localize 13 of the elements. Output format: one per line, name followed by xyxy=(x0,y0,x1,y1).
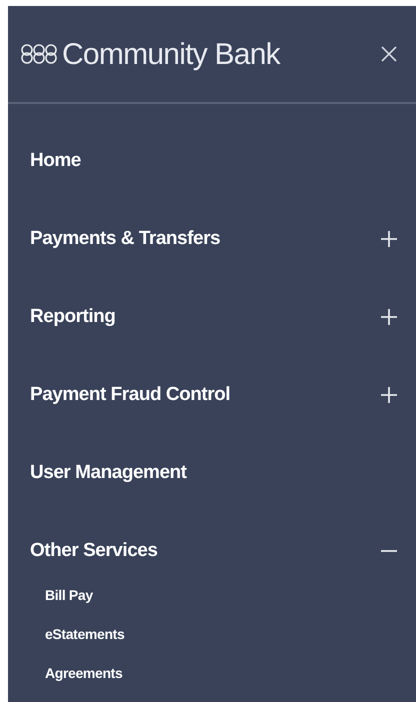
plus-icon[interactable] xyxy=(380,230,398,248)
close-icon[interactable] xyxy=(380,45,398,63)
menu-item[interactable]: Home xyxy=(8,122,416,200)
menu-item[interactable]: User Management xyxy=(8,434,416,512)
menu-item[interactable]: Payment Fraud Control xyxy=(8,356,416,434)
plus-icon[interactable] xyxy=(380,308,398,326)
submenu-item[interactable]: Agreements xyxy=(8,654,416,693)
menu-item[interactable]: Reporting xyxy=(8,278,416,356)
menu-item[interactable]: Payments & Transfers xyxy=(8,200,416,278)
bank-name: Community Bank xyxy=(62,36,280,72)
plus-icon[interactable] xyxy=(380,386,398,404)
logo-icon xyxy=(20,43,58,65)
submenu-item[interactable]: eStatements xyxy=(8,615,416,654)
